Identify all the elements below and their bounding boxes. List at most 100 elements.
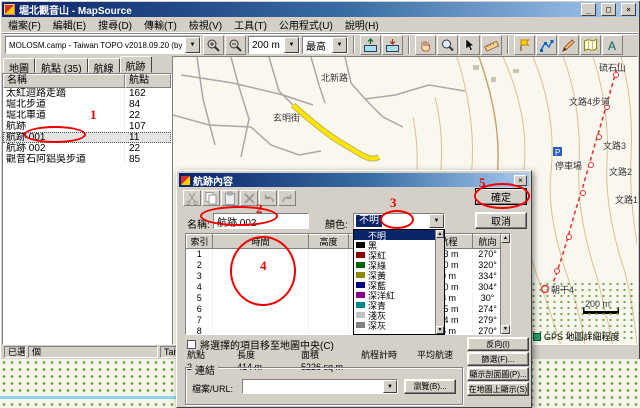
window-title: 堀北觀音山 - MapSource: [19, 6, 132, 17]
show-profile-button[interactable]: 顯示剖面圖(P)...: [467, 367, 529, 381]
color-option[interactable]: 深青: [354, 300, 435, 311]
stat-label: 平均航速: [417, 350, 454, 360]
route-tool-icon[interactable]: [536, 35, 557, 55]
sidebar-tab[interactable]: 航跡: [119, 56, 152, 73]
cut-icon[interactable]: [183, 190, 201, 206]
undo-icon[interactable]: [259, 190, 277, 206]
send-to-device-icon[interactable]: [360, 35, 381, 55]
waypoint-flag-icon[interactable]: [514, 35, 535, 55]
close-button[interactable]: ×: [621, 3, 636, 16]
cell-altitude: [308, 259, 349, 271]
color-combo[interactable]: 不明 ▼: [353, 213, 445, 229]
zoom-tool-icon[interactable]: [437, 35, 458, 55]
color-option[interactable]: 深洋紅: [354, 290, 435, 301]
column-header[interactable]: 航向: [472, 234, 503, 249]
scroll-up-icon[interactable]: ▲: [436, 230, 444, 238]
trackpoint-row[interactable]: 2 10 m 320°: [186, 259, 503, 271]
sidebar-tab[interactable]: 航點 (35): [35, 58, 88, 75]
browse-button[interactable]: 瀏覽(B)...: [404, 379, 456, 394]
redo-icon[interactable]: [278, 190, 296, 206]
cell-index: 6: [186, 303, 213, 315]
minimize-button[interactable]: _: [581, 3, 596, 16]
pan-hand-icon[interactable]: [415, 35, 436, 55]
track-list-header: 名稱 航點: [3, 74, 171, 88]
menu-item[interactable]: 傳輸(T): [138, 16, 183, 33]
trackpoint-row[interactable]: 3 9 m 334°: [186, 270, 503, 282]
menu-item[interactable]: 檢視(V): [183, 16, 228, 33]
receive-from-device-icon[interactable]: [382, 35, 403, 55]
table-scrollbar[interactable]: ▲ ▼: [500, 234, 510, 334]
column-header[interactable]: 時間: [212, 234, 309, 249]
track-pencil-icon[interactable]: [558, 35, 579, 55]
menu-item[interactable]: 說明(H): [339, 16, 385, 33]
measure-ruler-icon[interactable]: [481, 35, 502, 55]
gps-icon: [533, 332, 541, 341]
menu-item[interactable]: 編輯(E): [47, 16, 92, 33]
title-bar[interactable]: 堀北觀音山 - MapSource _ □ ×: [2, 2, 638, 17]
show-on-map-button[interactable]: 在地圖上顯示(S): [467, 382, 529, 396]
detail-level-combo[interactable]: 最高 ▼: [302, 36, 348, 54]
select-arrow-icon[interactable]: [459, 35, 480, 55]
chevron-down-icon[interactable]: ▼: [332, 37, 347, 53]
color-option[interactable]: 深黃: [354, 270, 435, 281]
color-option[interactable]: 淺灰: [354, 310, 435, 321]
zoom-in-icon[interactable]: [203, 35, 224, 55]
dialog-close-icon[interactable]: ×: [514, 174, 527, 186]
paste-icon[interactable]: [221, 190, 239, 206]
column-header-name[interactable]: 名稱: [3, 74, 125, 88]
zoom-out-icon[interactable]: [225, 35, 246, 55]
track-list-item[interactable]: 堀北步道 84: [3, 99, 171, 110]
cancel-button[interactable]: 取消: [475, 212, 527, 229]
color-option[interactable]: 黑: [354, 240, 435, 251]
menu-item[interactable]: 搜尋(D): [92, 16, 138, 33]
trackpoint-row[interactable]: 5 8 m 30°: [186, 292, 503, 304]
dialog-title-bar[interactable]: 航跡內容 ×: [179, 173, 529, 188]
sidebar-tab[interactable]: 地圖: [3, 58, 35, 75]
trackpoint-row[interactable]: 1 13 m 270°: [186, 248, 503, 260]
track-list-item[interactable]: 堀北車道 22: [3, 110, 171, 121]
color-option[interactable]: 深灰: [354, 320, 435, 331]
column-header[interactable]: 高度: [308, 234, 349, 249]
trackpoint-row[interactable]: 8 6 m 270°: [186, 325, 503, 334]
menu-item[interactable]: 工具(T): [228, 16, 273, 33]
scroll-up-icon[interactable]: ▲: [501, 234, 510, 243]
track-name-input[interactable]: [213, 213, 309, 229]
dropdown-scrollbar[interactable]: ▲ ▼: [435, 230, 444, 334]
trackpoint-row[interactable]: 7 24 m 279°: [186, 314, 503, 326]
track-list-item[interactable]: 航跡 001 11: [3, 132, 171, 143]
maximize-button[interactable]: □: [601, 3, 616, 16]
text-label-icon[interactable]: A: [602, 35, 623, 55]
zoom-scale-combo[interactable]: 200 m ▼: [248, 36, 300, 54]
ok-button[interactable]: 確定: [475, 188, 527, 205]
color-option[interactable]: 不明: [354, 230, 435, 241]
delete-icon[interactable]: [240, 190, 258, 206]
sidebar-tab[interactable]: 航線: [87, 58, 120, 75]
scroll-down-icon[interactable]: ▼: [436, 326, 444, 334]
track-name: 航跡: [3, 121, 125, 132]
track-list-item[interactable]: 航跡 002 22: [3, 143, 171, 154]
invert-button[interactable]: 反向(I): [467, 337, 529, 351]
trackpoint-row[interactable]: 4 10 m 304°: [186, 281, 503, 293]
track-list-item[interactable]: 觀音石阿鋁吳步道 85: [3, 154, 171, 165]
color-option[interactable]: 深綠: [354, 260, 435, 271]
column-header[interactable]: 索引: [186, 234, 213, 249]
trackpoint-row[interactable]: 6 25 m 274°: [186, 303, 503, 315]
scroll-down-icon[interactable]: ▼: [501, 325, 510, 334]
chevron-down-icon[interactable]: ▼: [284, 37, 299, 53]
chevron-down-icon[interactable]: ▼: [383, 380, 397, 393]
file-url-combo[interactable]: ▼: [242, 379, 398, 394]
chevron-down-icon[interactable]: ▼: [429, 214, 444, 228]
menu-item[interactable]: 公用程式(U): [273, 16, 339, 33]
cell-course: 304°: [472, 281, 503, 293]
map-select-icon[interactable]: [580, 35, 601, 55]
filter-button[interactable]: 篩選(F)...: [467, 352, 529, 366]
track-name: 堀北步道: [3, 99, 125, 110]
column-header-points[interactable]: 航點: [125, 74, 171, 88]
menu-item[interactable]: 檔案(F): [2, 16, 47, 33]
map-product-combo[interactable]: MOLOSM.camp - Taiwan TOPO v2018.09.20 (b…: [5, 36, 201, 54]
color-option[interactable]: 深紅: [354, 250, 435, 261]
track-list-item[interactable]: 航跡 107: [3, 121, 171, 132]
chevron-down-icon[interactable]: ▼: [185, 37, 200, 53]
copy-icon[interactable]: [202, 190, 220, 206]
track-list-item[interactable]: 太紅迴路走踏 162: [3, 88, 171, 99]
